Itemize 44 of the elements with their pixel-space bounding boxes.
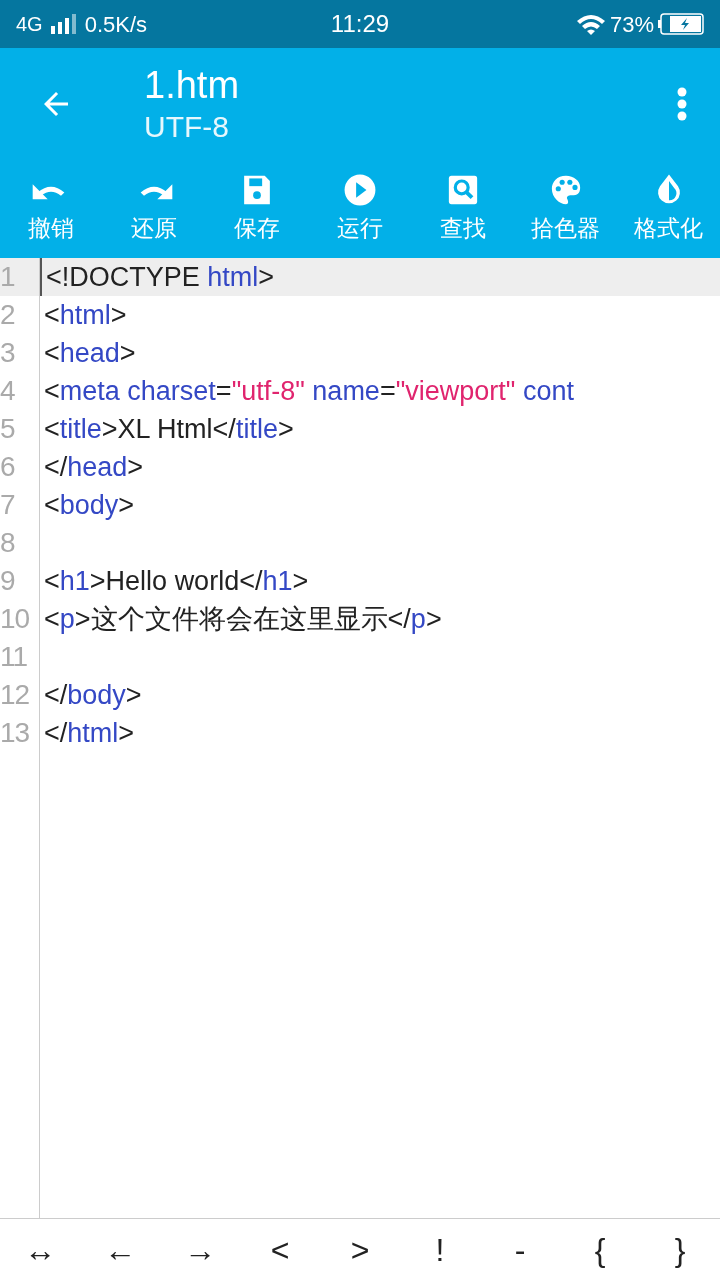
- battery-icon: [658, 13, 704, 35]
- code-line: <p>这个文件将会在这里显示</p>: [43, 603, 442, 636]
- code-line: <meta charset="utf-8" name="viewport" cont: [43, 375, 574, 408]
- clock: 11:29: [330, 9, 390, 39]
- play-icon: [342, 172, 378, 208]
- code-line: <head>: [43, 337, 136, 370]
- line-number: 5: [0, 410, 40, 448]
- symbol-key[interactable]: >: [320, 1219, 400, 1280]
- network-type: 4G: [16, 12, 43, 37]
- code-line: <title>XL Html</title>: [43, 413, 294, 446]
- code-line: <!DOCTYPE html>: [40, 258, 275, 296]
- battery-percent: 73%: [609, 10, 654, 39]
- file-encoding: UTF-8: [144, 109, 230, 145]
- code-line: <h1>Hello world</h1>: [43, 565, 309, 598]
- line-number: 1: [0, 258, 40, 296]
- code-line: </html>: [43, 717, 135, 750]
- line-number: 9: [0, 562, 40, 600]
- code-line: <html>: [43, 299, 127, 332]
- line-number: 2: [0, 296, 40, 334]
- symbol-key[interactable]: ←: [80, 1219, 160, 1280]
- more-icon: [677, 87, 687, 121]
- symbol-key[interactable]: !: [400, 1219, 480, 1280]
- symbol-key[interactable]: <: [240, 1219, 320, 1280]
- line-number: 12: [0, 676, 40, 714]
- code-line: </body>: [43, 679, 142, 712]
- line-number: 6: [0, 448, 40, 486]
- line-number: 7: [0, 486, 40, 524]
- code-line: </head>: [43, 451, 144, 484]
- symbol-key[interactable]: -: [480, 1219, 560, 1280]
- signal-icon: [50, 14, 77, 34]
- line-number: 10: [0, 600, 40, 638]
- line-number: 4: [0, 372, 40, 410]
- line-number: 13: [0, 714, 40, 752]
- wifi-icon: [575, 13, 606, 35]
- network-speed: 0.5K/s: [84, 10, 148, 39]
- symbol-key[interactable]: ↔: [0, 1219, 80, 1280]
- symbol-key[interactable]: {: [560, 1219, 640, 1280]
- line-number: 3: [0, 334, 40, 372]
- line-number: 11: [0, 638, 40, 676]
- symbol-key[interactable]: →: [160, 1219, 240, 1280]
- symbol-key[interactable]: }: [640, 1219, 720, 1280]
- file-name: 1.htm: [144, 63, 241, 108]
- line-number: 8: [0, 524, 40, 562]
- code-line: <body>: [43, 489, 135, 522]
